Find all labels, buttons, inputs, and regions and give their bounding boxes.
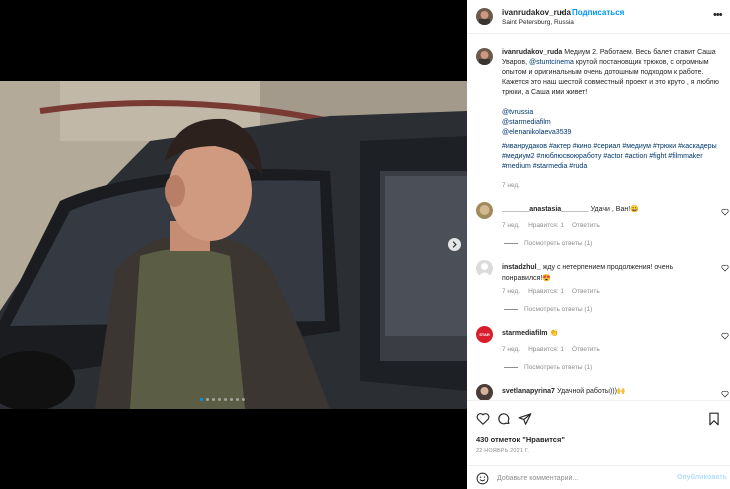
comment-like-icon[interactable] [721,332,729,340]
comment-avatar[interactable] [476,260,493,277]
header-separator: • [561,8,564,17]
carousel-dot [230,398,233,401]
caption-username[interactable]: ivanrudakov_ruda [502,49,562,56]
carousel-dot [218,398,221,401]
caption-mention[interactable]: @tvrussia [502,108,724,118]
comment-username[interactable]: svetlanapyrina7 [502,388,555,395]
caption-mention[interactable]: @starmediafilm [502,118,724,128]
avatar-logo-text: STAR [479,332,490,337]
post-location[interactable]: Saint Petersburg, Russia [502,19,574,26]
post-date[interactable]: 22 НОЯБРЬ 2021 Г. [476,448,529,454]
carousel-dot [200,398,203,401]
comment-input[interactable] [497,471,667,485]
emoji-icon[interactable] [476,472,489,485]
post-panel: ivanrudakov_ruda • Подписаться Saint Pet… [467,0,730,489]
publish-button[interactable]: Опубликовать [677,474,727,481]
comment-time[interactable]: 7 нед. [502,346,520,353]
post-actions: 430 отметок "Нравится" 22 НОЯБРЬ 2021 Г.… [467,400,730,489]
post-media [0,0,467,489]
comments-list[interactable]: ivanrudakov_ruda Медиум 2. Работаем. Вес… [467,34,730,400]
comment-item: starmediafilm 👏 [502,328,712,339]
caption-time[interactable]: 7 нед. [502,182,520,189]
view-replies-label: Посмотреть ответы (1) [524,306,593,313]
comment-icon[interactable] [497,412,511,426]
carousel-dot [224,398,227,401]
comment-likes[interactable]: Нравится: 1 [528,346,564,353]
comment-time[interactable]: 7 нед. [502,222,520,229]
comment-composer: Опубликовать [467,465,730,489]
author-avatar[interactable] [476,8,493,25]
comment-time[interactable]: 7 нед. [502,288,520,295]
caption-mention[interactable]: @elenanikolaeva3539 [502,128,724,138]
comment-text: Удачной работы)))🙌 [557,388,626,395]
comment-likes[interactable]: Нравится: 1 [528,222,564,229]
replies-line [504,309,518,310]
comment-username[interactable]: instadzhul_ [502,264,541,271]
bookmark-icon[interactable] [707,412,721,426]
carousel-dot [242,398,245,401]
post-header: ivanrudakov_ruda • Подписаться Saint Pet… [467,0,730,34]
view-replies-label: Посмотреть ответы (1) [524,364,593,371]
likes-count[interactable]: 430 отметок "Нравится" [476,435,565,444]
comment-text: Удачи , Ван!😀 [590,206,639,213]
comment-meta: 7 нед. Нравится: 1 Ответить [502,346,600,353]
comment-username[interactable]: _______anastasia_______ [502,206,588,213]
reply-button[interactable]: Ответить [572,222,600,229]
comment-username[interactable]: starmediafilm [502,330,548,337]
replies-line [504,367,518,368]
carousel-dot [236,398,239,401]
chevron-right-icon [452,241,457,248]
comment-avatar[interactable]: STAR [476,326,493,343]
reply-button[interactable]: Ответить [572,288,600,295]
comment-item: _______anastasia_______ Удачи , Ван!😀 [502,204,712,215]
carousel-dot [212,398,215,401]
comment-likes[interactable]: Нравится: 1 [528,288,564,295]
comment-avatar[interactable] [476,384,493,400]
comment-meta: 7 нед. Нравится: 1 Ответить [502,288,600,295]
view-replies[interactable]: Посмотреть ответы (1) [504,364,592,371]
comment-text: 👏 [549,330,559,337]
share-icon[interactable] [518,412,532,426]
comment-meta: 7 нед. Нравится: 1 Ответить [502,222,600,229]
post-photo[interactable] [0,81,467,409]
comment-avatar[interactable] [476,202,493,219]
comment-like-icon[interactable] [721,390,729,398]
comment-item: instadzhul_ жду с нетерпением продолжени… [502,262,714,284]
comment-item: svetlanapyrina7 Удачной работы)))🙌 [502,386,712,397]
heart-icon[interactable] [476,412,490,426]
replies-line [504,243,518,244]
follow-button[interactable]: Подписаться [572,8,624,17]
carousel-dot [206,398,209,401]
view-replies-label: Посмотреть ответы (1) [524,240,593,247]
next-slide-button[interactable] [448,238,461,251]
view-replies[interactable]: Посмотреть ответы (1) [504,240,592,247]
caption-hashtags[interactable]: #иванрудаков #актер #кино #сериал #медиу… [502,142,724,172]
caption-mention[interactable]: @stuntcinema [529,59,574,66]
caption-avatar[interactable] [476,48,493,65]
comment-like-icon[interactable] [721,208,729,216]
carousel-dots [200,398,245,401]
comment-like-icon[interactable] [721,264,729,272]
post-caption: ivanrudakov_ruda Медиум 2. Работаем. Вес… [502,48,724,172]
more-options-icon[interactable]: ••• [713,9,723,21]
view-replies[interactable]: Посмотреть ответы (1) [504,306,592,313]
reply-button[interactable]: Ответить [572,346,600,353]
